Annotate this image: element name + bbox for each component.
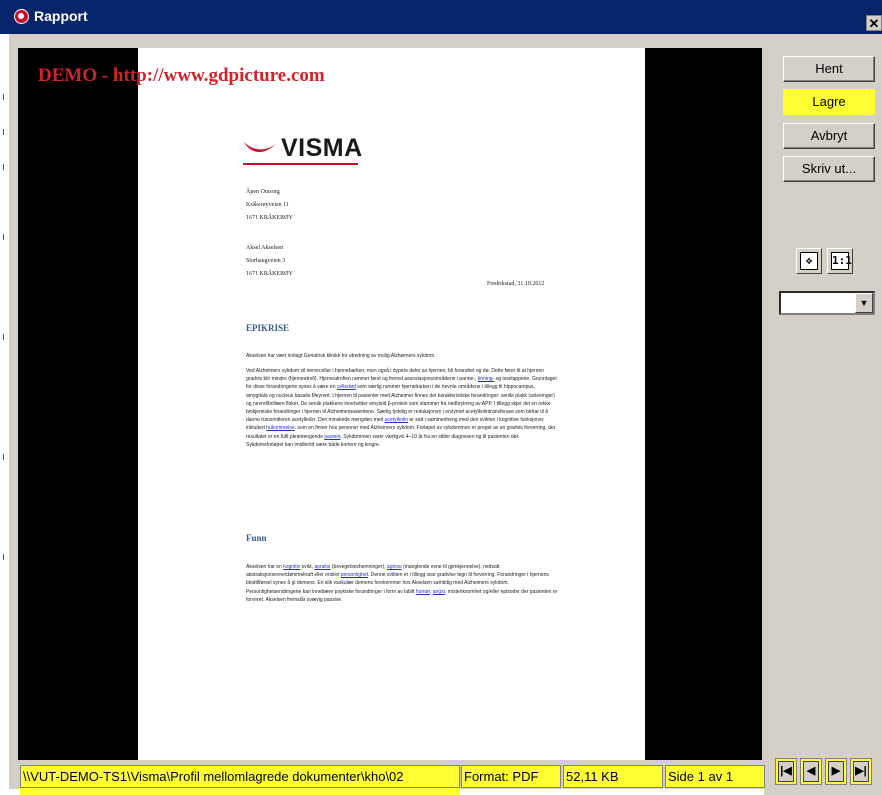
- link-kognitiv[interactable]: kognitiv: [283, 564, 300, 570]
- recipient-line: Storhaugveien 3: [246, 258, 286, 264]
- status-overflow: [20, 788, 460, 795]
- avbryt-button[interactable]: Avbryt: [783, 123, 875, 149]
- text-run: (bevegelseshemninger),: [331, 564, 386, 570]
- link-agnosi[interactable]: agnosi: [387, 564, 402, 570]
- last-page-button[interactable]: ▶|: [850, 758, 872, 785]
- status-page: Side 1 av 1: [665, 765, 765, 788]
- link-hukommelse[interactable]: hukommelse: [266, 425, 294, 431]
- hent-button[interactable]: Hent: [783, 56, 875, 82]
- next-page-button[interactable]: ▶: [825, 758, 847, 785]
- link-personlighet[interactable]: personlighet: [341, 572, 368, 578]
- last-page-icon: ▶|: [853, 761, 869, 782]
- recipient-line: Aksel Akselsen: [246, 245, 284, 251]
- sender-line: Åpen Omsorg: [246, 189, 280, 195]
- fit-page-icon: ✥: [800, 252, 818, 270]
- sender-line: 1671 KRÅKERØY: [246, 215, 293, 221]
- zoom-select[interactable]: ▼: [779, 291, 875, 315]
- first-page-icon: |◀: [778, 761, 794, 782]
- recipient-address: Aksel Akselsen Storhaugveien 3 1671 KRÅK…: [246, 242, 293, 281]
- sender-line: Kråkerøyveien 11: [246, 202, 289, 208]
- status-size: 52,11 KB: [563, 765, 663, 788]
- status-format: Format: PDF: [461, 765, 561, 788]
- chevron-down-icon[interactable]: ▼: [855, 293, 873, 313]
- heading-funn: Funn: [246, 533, 267, 543]
- intro-paragraph: Akselsen har vært innlagt Geriatrisk kli…: [246, 353, 436, 359]
- actual-size-icon: 1:1: [831, 252, 852, 270]
- recipient-line: 1671 KRÅKERØY: [246, 271, 293, 277]
- actual-size-button[interactable]: 1:1: [827, 248, 853, 274]
- visma-logo-text: VISMA: [281, 134, 363, 162]
- next-page-icon: ▶: [828, 761, 844, 782]
- close-icon[interactable]: ✕: [866, 15, 882, 31]
- fit-page-button[interactable]: ✥: [796, 248, 822, 274]
- link-acetylkolin[interactable]: acetylkolin: [385, 417, 408, 423]
- text-run: ,: [430, 588, 432, 595]
- visma-logo: VISMA: [243, 132, 362, 165]
- left-edge: [0, 34, 9, 795]
- logo-underline: [243, 163, 358, 165]
- funn-paragraph: Akselsen har en kognitiv svikt, apraksi …: [246, 563, 558, 604]
- previous-page-button[interactable]: ◀: [800, 758, 822, 785]
- lagre-button[interactable]: Lagre: [783, 89, 875, 115]
- sender-address: Åpen Omsorg Kråkerøyveien 11 1671 KRÅKER…: [246, 186, 293, 225]
- app-icon: [14, 9, 29, 24]
- title-bar: Rapport ✕: [0, 0, 882, 34]
- skriv-ut-button[interactable]: Skriv ut...: [783, 156, 875, 182]
- link-celledod[interactable]: celledød: [337, 384, 356, 390]
- first-page-button[interactable]: |◀: [775, 758, 797, 785]
- letter-date: Fredrikstad, 31.10.2012: [487, 281, 545, 287]
- text-run: Akselsen har en: [246, 564, 282, 570]
- demo-watermark: DEMO - http://www.gdpicture.com: [38, 65, 325, 86]
- status-path: \\VUT-DEMO-TS1\Visma\Profil mellomlagred…: [20, 765, 460, 788]
- visma-swoosh-icon: [244, 142, 276, 153]
- epikrise-paragraph: Ved Alzheimers sykdom vil nerveceller i …: [246, 367, 558, 449]
- link-angst[interactable]: angst: [433, 589, 445, 595]
- text-run: svikt,: [301, 564, 313, 570]
- link-tinning[interactable]: tinning-: [478, 376, 494, 382]
- previous-page-icon: ◀: [803, 761, 819, 782]
- link-humor[interactable]: humør: [416, 589, 430, 595]
- heading-epikrise: EPIKRISE: [246, 323, 290, 333]
- link-pasient[interactable]: pasient: [324, 434, 340, 440]
- window-title: Rapport: [34, 8, 88, 24]
- link-apraksi[interactable]: apraksi: [314, 564, 330, 570]
